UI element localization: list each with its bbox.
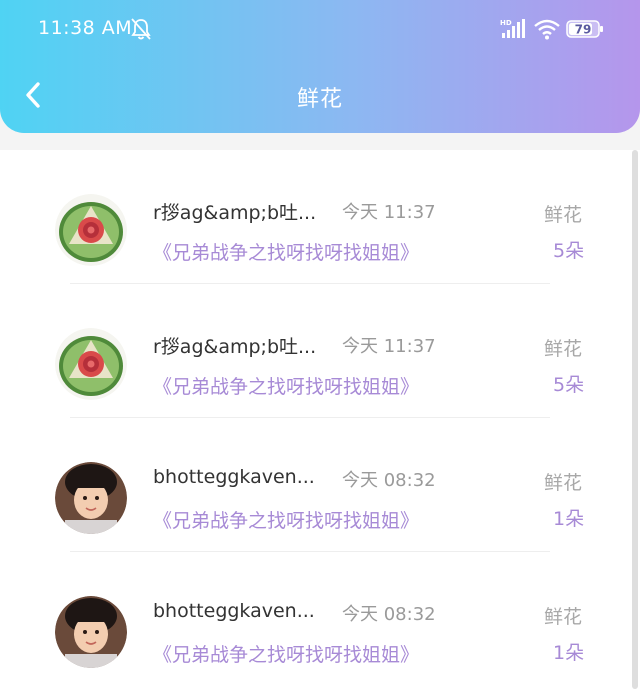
gift-count: 1朵: [553, 642, 585, 664]
gift-count: 5朵: [553, 374, 585, 396]
child-avatar-icon: [55, 462, 127, 534]
gift-count: 5朵: [553, 240, 585, 262]
gift-type-label: 鲜花: [544, 472, 583, 494]
page-title: 鲜花: [296, 87, 343, 112]
watermelon-flower-avatar-icon: [55, 194, 127, 266]
child-avatar-icon: [55, 596, 127, 668]
book-title-link[interactable]: 《兄弟战争之找呀找呀找姐姐》: [153, 238, 419, 265]
gift-record-list[interactable]: r拶ag&amp;b吐... 今天 11:37 鲜花 《兄弟战争之找呀找呀找姐姐…: [0, 150, 640, 689]
timestamp: 今天 11:37: [342, 336, 436, 357]
gift-type-label: 鲜花: [544, 338, 583, 360]
battery-icon: 79: [566, 20, 603, 38]
username: r拶ag&amp;b吐...: [153, 336, 317, 358]
timestamp: 今天 08:32: [342, 604, 436, 625]
timestamp: 今天 08:32: [342, 470, 436, 491]
avatar[interactable]: [55, 596, 127, 668]
list-item[interactable]: bhotteggkaven... 今天 08:32 鲜花 《兄弟战争之找呀找呀找…: [0, 552, 630, 686]
network-label: HD: [500, 19, 512, 27]
avatar[interactable]: [55, 462, 127, 534]
bell-off-icon: [131, 18, 151, 40]
list-item[interactable]: r拶ag&amp;b吐... 今天 11:37 鲜花 《兄弟战争之找呀找呀找姐姐…: [0, 284, 630, 418]
status-time: 11:38 AM: [38, 17, 133, 39]
gift-type-label: 鲜花: [544, 606, 583, 628]
gift-type-label: 鲜花: [544, 204, 583, 226]
list-item[interactable]: r拶ag&amp;b吐... 今天 11:37 鲜花 《兄弟战争之找呀找呀找姐姐…: [0, 150, 630, 284]
book-title-link[interactable]: 《兄弟战争之找呀找呀找姐姐》: [153, 506, 419, 533]
avatar[interactable]: [55, 328, 127, 400]
book-title-link[interactable]: 《兄弟战争之找呀找呀找姐姐》: [153, 640, 419, 667]
username: bhotteggkaven...: [153, 466, 315, 488]
avatar[interactable]: [55, 194, 127, 266]
app-header: 11:38 AM HD 79 鲜花: [0, 0, 640, 133]
wifi-icon: [534, 19, 560, 40]
signal-icon: HD: [500, 19, 525, 38]
list-item[interactable]: bhotteggkaven... 今天 08:32 鲜花 《兄弟战争之找呀找呀找…: [0, 418, 630, 552]
book-title-link[interactable]: 《兄弟战争之找呀找呀找姐姐》: [153, 372, 419, 399]
username: r拶ag&amp;b吐...: [153, 202, 317, 224]
gift-count: 1朵: [553, 508, 585, 530]
timestamp: 今天 11:37: [342, 202, 436, 223]
scrollbar[interactable]: [632, 150, 638, 689]
watermelon-flower-avatar-icon: [55, 328, 127, 400]
battery-level: 79: [575, 23, 592, 37]
username: bhotteggkaven...: [153, 600, 315, 622]
